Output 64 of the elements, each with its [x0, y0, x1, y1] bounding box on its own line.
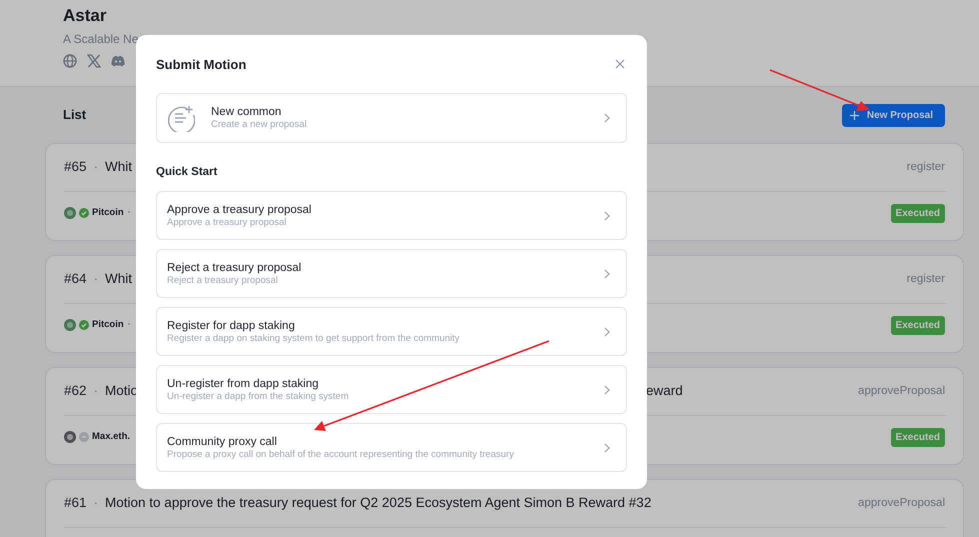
option-title: Approve a treasury proposal: [167, 202, 312, 217]
chevron-icon: [604, 210, 610, 221]
motion-title: Whit: [105, 270, 132, 288]
chevron-icon: [604, 113, 610, 123]
chevron-icon: [604, 268, 610, 279]
author-name[interactable]: Pitcoin: [92, 318, 124, 332]
option-card[interactable]: Community proxy call Propose a proxy call on behalf of the account representing the community treasury: [156, 423, 627, 472]
option-card[interactable]: Register for dapp staking Register a dapp on staking system to get support from the community: [156, 307, 627, 356]
status-badge: Executed: [890, 428, 945, 446]
option-card[interactable]: New common Create a new proposal: [156, 93, 627, 143]
discord-icon[interactable]: [111, 54, 125, 68]
option-card[interactable]: Approve a treasury proposal Approve a treasury proposal: [156, 191, 627, 240]
motion-number: #61: [64, 494, 87, 512]
method-label: register: [906, 160, 945, 175]
author-name[interactable]: Pitcoin: [92, 206, 124, 220]
option-description: Create a new proposal: [211, 119, 308, 131]
close-button[interactable]: [615, 59, 627, 71]
chevron-icon: [604, 442, 610, 453]
option-card[interactable]: Un-register from dapp staking Un-register a dapp from the staking system: [156, 365, 627, 414]
chevron-icon: [604, 384, 610, 395]
plus-icon: [850, 110, 859, 120]
option-description: Propose a proxy call on behalf of the account representing the community treasury: [167, 448, 515, 461]
chevron-icon: [604, 326, 610, 337]
option-title: New common: [211, 105, 282, 119]
status-badge: Executed: [890, 316, 945, 334]
motion-title: Whit: [105, 158, 132, 176]
option-description: Register a dapp on staking system to get support from the community: [167, 332, 461, 345]
separator: ·: [128, 318, 131, 332]
new-proposal-button[interactable]: New Proposal: [842, 104, 945, 126]
option-title: Register for dapp staking: [167, 318, 296, 333]
separator: ·: [94, 158, 98, 176]
separator: ·: [94, 270, 98, 288]
method-label: register: [906, 272, 945, 287]
document-add-icon: [167, 104, 195, 132]
motion-card[interactable]: #61 · Motion to approve the treasury request for Q2 2025 Ecosystem Agent Simon B Reward #32 approveProposal: [45, 479, 964, 537]
avatar-icon: [64, 207, 76, 219]
motion-title: eward: [646, 382, 684, 400]
separator: ·: [94, 382, 98, 400]
option-title: Un-register from dapp staking: [167, 376, 320, 391]
separator: ·: [128, 206, 131, 220]
author-name[interactable]: Max.eth.: [92, 430, 130, 444]
section-title: List: [63, 106, 86, 124]
option-description: Un-register a dapp from the staking system: [167, 390, 350, 403]
x-logo-icon[interactable]: [87, 54, 101, 68]
section-heading: Quick Start: [156, 165, 218, 180]
motion-number: #65: [64, 158, 87, 176]
status-badge: Executed: [890, 204, 945, 222]
method-label: approveProposal: [858, 496, 945, 511]
globe-icon[interactable]: [63, 54, 77, 68]
separator: ·: [94, 494, 98, 512]
option-title: Reject a treasury proposal: [167, 260, 302, 275]
method-label: approveProposal: [858, 384, 945, 399]
avatar-icon: [64, 319, 76, 331]
option-title: Community proxy call: [167, 434, 278, 449]
motion-number: #64: [64, 270, 87, 288]
option-description: Approve a treasury proposal: [167, 216, 288, 229]
motion-number: #62: [64, 382, 87, 400]
avatar-icon: [64, 431, 76, 443]
option-description: Reject a treasury proposal: [167, 274, 279, 287]
modal-title: Submit Motion: [156, 56, 246, 74]
page-title: Astar: [63, 5, 108, 27]
motion-title: Motion to approve the treasury request for Q2 2025 Ecosystem Agent Simon B Reward #32: [105, 494, 652, 512]
page-subtitle: A Scalable Ne: [63, 31, 140, 48]
option-card[interactable]: Reject a treasury proposal Reject a treasury proposal: [156, 249, 627, 298]
